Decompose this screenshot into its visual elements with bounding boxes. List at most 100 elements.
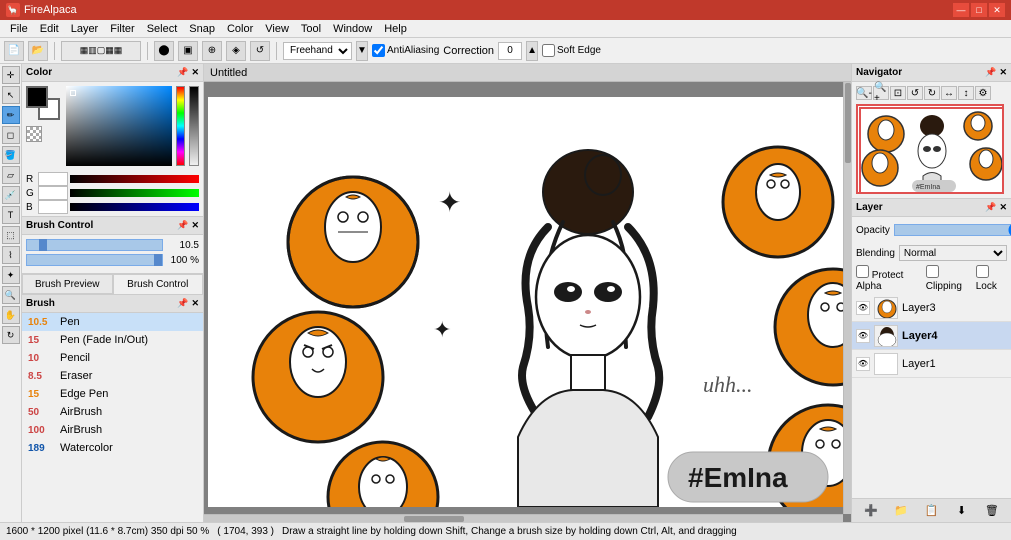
layer-panel-pin[interactable]: 📌 — [985, 202, 996, 213]
layer-add-button[interactable]: ➕ — [861, 502, 881, 520]
canvas-container[interactable]: ✦ ✦ ✦ ✦ ✦ — [204, 82, 851, 522]
color-alpha-slider[interactable] — [189, 86, 199, 166]
menu-window[interactable]: Window — [327, 22, 378, 36]
drawing-canvas[interactable]: ✦ ✦ ✦ ✦ ✦ — [208, 97, 848, 507]
g-input[interactable]: 0 — [38, 186, 68, 200]
soft-edge-checkbox[interactable] — [542, 44, 555, 57]
tool-shape[interactable]: ▱ — [2, 166, 20, 184]
menu-select[interactable]: Select — [141, 22, 184, 36]
brush-shape-icon[interactable]: ⬤ — [154, 41, 174, 61]
tool-eyedropper[interactable]: 💉 — [2, 186, 20, 204]
list-item[interactable]: 10.5 Pen — [22, 313, 203, 331]
nav-settings[interactable]: ⚙ — [975, 86, 991, 100]
tool-icon-4[interactable]: ◈ — [226, 41, 246, 61]
open-button[interactable]: 📂 — [28, 41, 48, 61]
layer-eye-icon[interactable]: 👁 — [856, 329, 870, 343]
correction-input[interactable] — [498, 42, 522, 60]
b-input[interactable]: 0 — [38, 200, 68, 214]
r-gradient[interactable] — [70, 175, 199, 183]
layer-delete-button[interactable]: 🗑 — [982, 502, 1002, 520]
tool-icon-3[interactable]: ⊕ — [202, 41, 222, 61]
menu-file[interactable]: File — [4, 22, 34, 36]
tool-select-rect[interactable]: ⬚ — [2, 226, 20, 244]
layer-copy-button[interactable]: 📋 — [921, 502, 941, 520]
layer-item[interactable]: 👁 Layer4 — [852, 322, 1011, 350]
menu-tool[interactable]: Tool — [295, 22, 327, 36]
close-button[interactable]: ✕ — [989, 3, 1005, 17]
tab-brush-preview[interactable]: Brush Preview — [22, 274, 113, 294]
layer-item[interactable]: 👁 Layer1 — [852, 350, 1011, 378]
tool-hand[interactable]: ✋ — [2, 306, 20, 324]
brush-control-close[interactable]: ✕ — [191, 220, 199, 231]
blending-select[interactable]: Normal — [899, 245, 1007, 261]
transparent-swatch[interactable] — [26, 126, 42, 142]
list-item[interactable]: 10 Pencil — [22, 349, 203, 367]
vertical-scrollbar[interactable] — [843, 82, 851, 514]
nav-fit[interactable]: ⊡ — [890, 86, 906, 100]
color-panel-close[interactable]: ✕ — [191, 67, 199, 78]
color-panel-pin[interactable]: 📌 — [177, 67, 188, 78]
list-item[interactable]: 189 Watercolor — [22, 439, 203, 457]
menu-help[interactable]: Help — [378, 22, 413, 36]
layer-eye-icon[interactable]: 👁 — [856, 301, 870, 315]
list-item[interactable]: 100 AirBrush — [22, 421, 203, 439]
nav-rotate-cw[interactable]: ↻ — [924, 86, 940, 100]
v-scroll-thumb[interactable] — [845, 83, 851, 163]
nav-zoom-out[interactable]: 🔍- — [856, 86, 872, 100]
correction-up[interactable]: ▲ — [526, 41, 538, 61]
nav-zoom-in[interactable]: 🔍+ — [873, 86, 889, 100]
brush-list-close[interactable]: ✕ — [191, 298, 199, 309]
list-item[interactable]: 15 Pen (Fade In/Out) — [22, 331, 203, 349]
antialiasing-checkbox[interactable] — [372, 44, 385, 57]
tool-zoom[interactable]: 🔍 — [2, 286, 20, 304]
brush-mode-select[interactable]: Freehand — [283, 42, 352, 60]
list-item[interactable]: 15 Edge Pen — [22, 385, 203, 403]
protect-alpha-checkbox[interactable] — [856, 265, 869, 278]
menu-filter[interactable]: Filter — [104, 22, 140, 36]
tool-pen[interactable]: ✏ — [2, 106, 20, 124]
layer-panel-close[interactable]: ✕ — [999, 202, 1007, 213]
tab-brush-control[interactable]: Brush Control — [113, 274, 204, 294]
nav-rotate-ccw[interactable]: ↺ — [907, 86, 923, 100]
minimize-button[interactable]: — — [953, 3, 969, 17]
g-gradient[interactable] — [70, 189, 199, 197]
layer-folder-button[interactable]: 📁 — [891, 502, 911, 520]
color-picker[interactable] — [66, 86, 172, 166]
layer-item[interactable]: 👁 Layer3 — [852, 294, 1011, 322]
color-hue-slider[interactable] — [176, 86, 186, 166]
tool-select-magic[interactable]: ✦ — [2, 266, 20, 284]
menu-color[interactable]: Color — [221, 22, 259, 36]
rotate-icon[interactable]: ↺ — [250, 41, 270, 61]
tool-eraser[interactable]: ◻ — [2, 126, 20, 144]
nav-flip-v[interactable]: ↕ — [958, 86, 974, 100]
menu-view[interactable]: View — [259, 22, 295, 36]
tool-text[interactable]: T — [2, 206, 20, 224]
brush-size-slider[interactable] — [26, 239, 163, 251]
layer-eye-icon[interactable]: 👁 — [856, 357, 870, 371]
mode-btn[interactable]: ▼ — [356, 41, 368, 61]
brush-opacity-slider[interactable] — [26, 254, 163, 266]
tool-select-lasso[interactable]: ⌇ — [2, 246, 20, 264]
horizontal-scrollbar[interactable] — [204, 514, 843, 522]
b-gradient[interactable] — [70, 203, 199, 211]
r-input[interactable]: 0 — [38, 172, 68, 186]
swatch-foreground[interactable] — [26, 86, 48, 108]
maximize-button[interactable]: □ — [971, 3, 987, 17]
tool-fill[interactable]: 🪣 — [2, 146, 20, 164]
list-item[interactable]: 50 AirBrush — [22, 403, 203, 421]
brush-modes-icon[interactable]: ▦▥▢▦▦ — [61, 41, 141, 61]
navigator-pin[interactable]: 📌 — [985, 67, 996, 78]
new-button[interactable]: 📄 — [4, 41, 24, 61]
brush-control-pin[interactable]: 📌 — [177, 220, 188, 231]
tool-select-arrow[interactable]: ↖ — [2, 86, 20, 104]
opacity-slider[interactable] — [894, 224, 1011, 236]
menu-edit[interactable]: Edit — [34, 22, 65, 36]
h-scroll-thumb[interactable] — [404, 516, 464, 522]
brush-list-pin[interactable]: 📌 — [177, 298, 188, 309]
lock-checkbox[interactable] — [976, 265, 989, 278]
tool-move[interactable]: ✛ — [2, 66, 20, 84]
tool-icon-2[interactable]: ▣ — [178, 41, 198, 61]
nav-thumbnail[interactable]: #EmIna — [856, 104, 1004, 194]
navigator-close[interactable]: ✕ — [999, 67, 1007, 78]
menu-snap[interactable]: Snap — [183, 22, 221, 36]
